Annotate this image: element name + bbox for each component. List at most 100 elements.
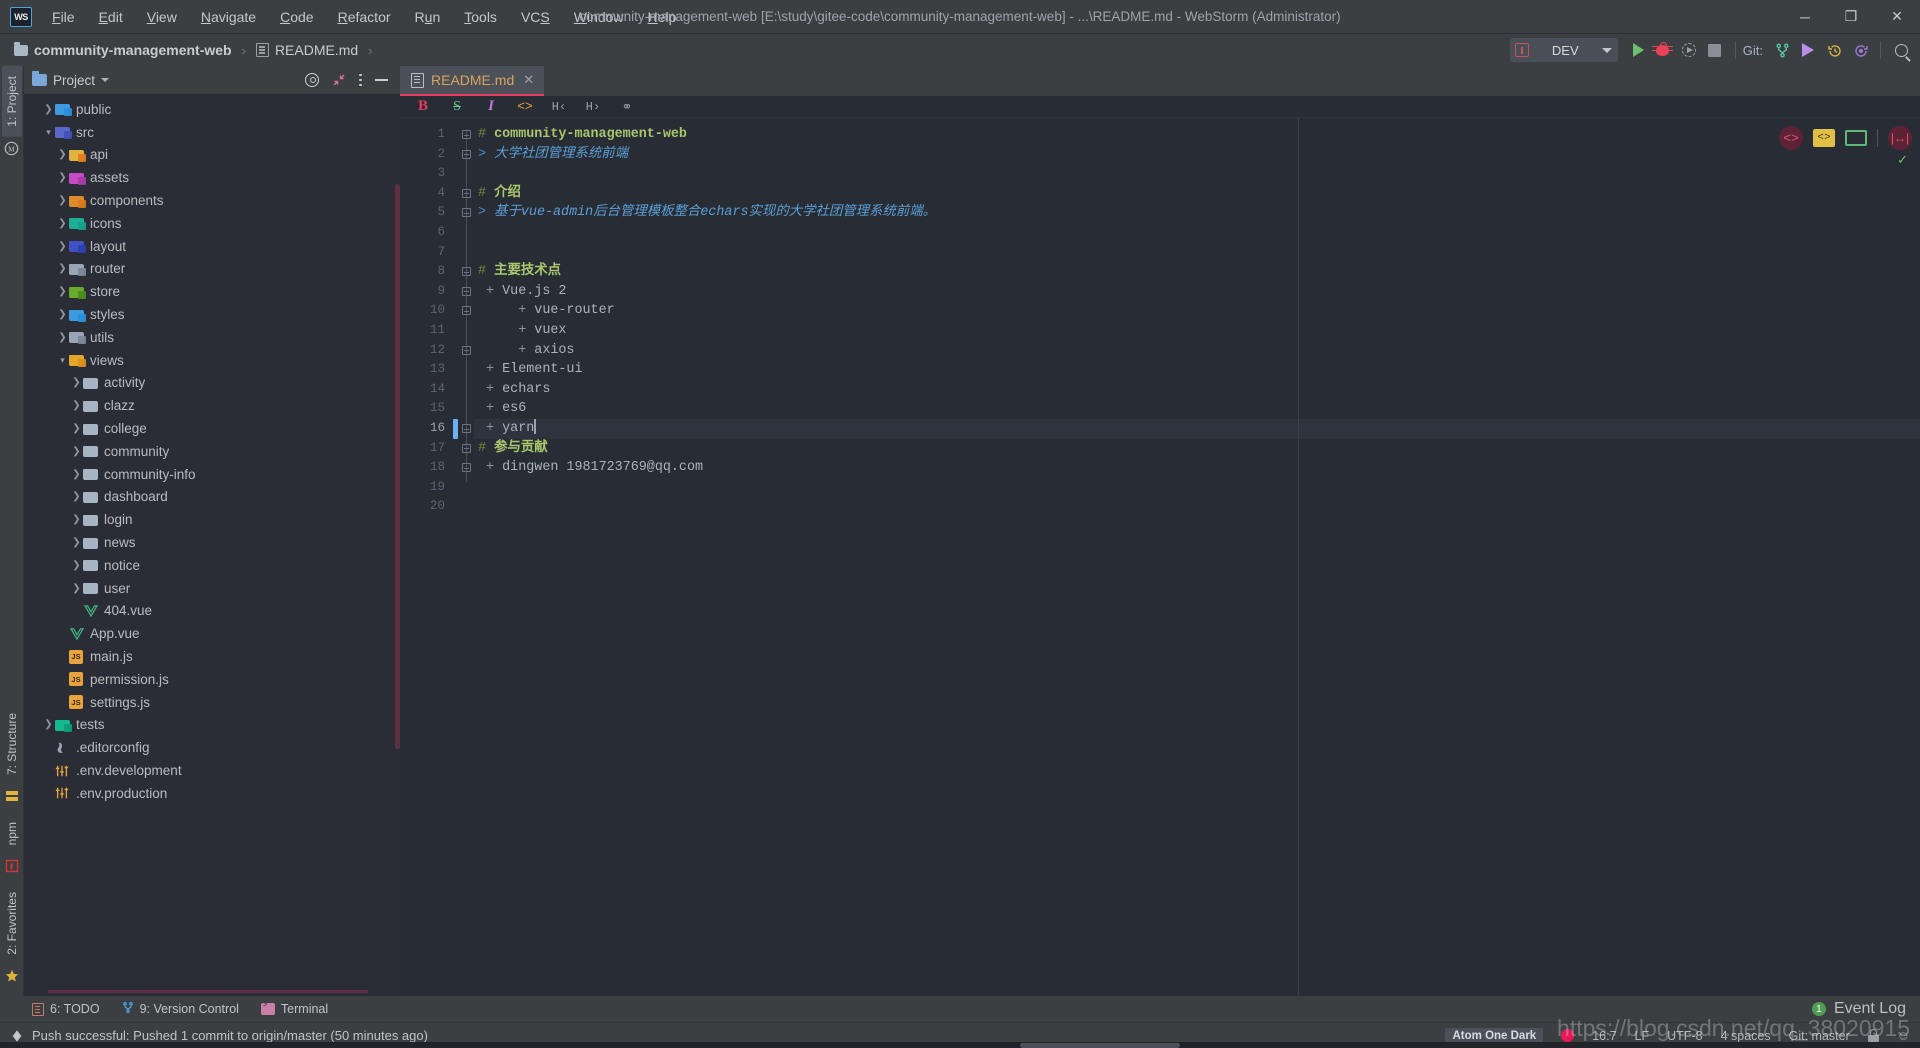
chevron-right-icon[interactable]: ❯ <box>56 286 69 297</box>
breadcrumb-file[interactable]: README.md <box>275 42 358 58</box>
chevron-right-icon[interactable]: ❯ <box>70 377 83 388</box>
header-increase-icon[interactable]: H› <box>586 99 600 115</box>
window-horizontal-scrollbar[interactable] <box>0 1042 1920 1048</box>
italic-icon[interactable]: I <box>484 98 498 115</box>
code-line[interactable]: # 参与贡献 <box>474 439 1920 459</box>
sidebar-item-npm[interactable]: npm <box>2 812 22 855</box>
fold-toggle-icon[interactable] <box>461 443 472 454</box>
code-folding-gutter[interactable] <box>458 118 474 996</box>
tree-item-public[interactable]: ❯ public <box>24 98 400 121</box>
code-line[interactable]: # 介绍 <box>474 184 1920 204</box>
chevron-right-icon[interactable]: ❯ <box>70 491 83 502</box>
collapse-all-icon[interactable] <box>332 73 346 87</box>
tree-item--env-development[interactable]: .env.development <box>24 759 400 782</box>
maximize-button[interactable]: ❐ <box>1828 0 1874 33</box>
tree-item-notice[interactable]: ❯ notice <box>24 554 400 577</box>
fold-toggle-icon[interactable] <box>461 129 472 140</box>
tree-item-views[interactable]: ▾ views <box>24 349 400 372</box>
breadcrumb-project[interactable]: community-management-web <box>34 42 232 58</box>
debug-button[interactable] <box>1650 37 1676 63</box>
sidebar-item-structure[interactable]: 7: Structure <box>2 703 22 785</box>
code-line[interactable]: + es6 <box>474 399 1920 419</box>
chevron-right-icon[interactable]: ❯ <box>56 241 69 252</box>
code-line[interactable]: + Vue.js 2 <box>474 282 1920 302</box>
code-line[interactable] <box>474 223 1920 243</box>
tree-item-utils[interactable]: ❯ utils <box>24 326 400 349</box>
sidebar-item-favorites[interactable]: 2: Favorites <box>2 882 22 965</box>
run-with-coverage-button[interactable] <box>1676 37 1702 63</box>
maven-icon[interactable]: M <box>4 141 19 161</box>
revert-button[interactable] <box>1847 37 1873 63</box>
tree-item-components[interactable]: ❯ components <box>24 189 400 212</box>
fold-toggle-icon[interactable] <box>461 423 472 434</box>
split-view-icon[interactable]: <> <box>1813 129 1835 147</box>
tree-item-activity[interactable]: ❯ activity <box>24 372 400 395</box>
caret-position[interactable]: 16:7 <box>1592 1029 1616 1043</box>
chevron-down-icon[interactable] <box>101 78 110 82</box>
tree-item-store[interactable]: ❯ store <box>24 280 400 303</box>
chevron-right-icon[interactable]: ❯ <box>42 719 55 730</box>
sidebar-item-project[interactable]: 1: Project <box>1 66 22 137</box>
scrollbar-thumb[interactable] <box>1020 1043 1180 1048</box>
tree-item-clazz[interactable]: ❯ clazz <box>24 394 400 417</box>
tree-item-src[interactable]: ▾ src <box>24 121 400 144</box>
menu-run[interactable]: Run <box>403 5 453 29</box>
code-line[interactable] <box>474 243 1920 263</box>
code-line[interactable]: + echars <box>474 380 1920 400</box>
strikethrough-icon[interactable]: S <box>450 99 464 115</box>
chevron-right-icon[interactable]: ❯ <box>70 514 83 525</box>
bottom-item-todo[interactable]: 6: TODO <box>32 1002 100 1016</box>
tree-item-permission-js[interactable]: JS permission.js <box>24 668 400 691</box>
feedback-icon[interactable]: ☺ <box>1897 1028 1910 1043</box>
menu-vcs[interactable]: VCS <box>509 5 562 29</box>
close-icon[interactable]: ✕ <box>523 72 534 88</box>
run-configuration-selector[interactable]: DEV <box>1509 38 1618 62</box>
code-line[interactable]: > 基于vue-admin后台管理模板整合echars实现的大学社团管理系统前端… <box>474 203 1920 223</box>
code-line[interactable]: + axios <box>474 341 1920 361</box>
fold-toggle-icon[interactable] <box>461 188 472 199</box>
fold-toggle-icon[interactable] <box>461 305 472 316</box>
locate-icon[interactable] <box>305 73 320 87</box>
bottom-item-version-control[interactable]: 9: Version Control <box>122 1001 239 1017</box>
menu-navigate[interactable]: Navigate <box>189 5 268 29</box>
star-icon[interactable] <box>5 969 19 988</box>
tree-item-app-vue[interactable]: App.vue <box>24 622 400 645</box>
tree-item-styles[interactable]: ❯ styles <box>24 303 400 326</box>
chevron-right-icon[interactable]: ❯ <box>56 172 69 183</box>
code-line[interactable]: + Element-ui <box>474 360 1920 380</box>
line-separator[interactable]: LF <box>1635 1029 1650 1043</box>
fold-toggle-icon[interactable] <box>461 286 472 297</box>
update-project-button[interactable] <box>1769 37 1795 63</box>
tree-item-college[interactable]: ❯ college <box>24 417 400 440</box>
close-button[interactable]: ✕ <box>1874 0 1920 33</box>
code-line[interactable]: # 主要技术点 <box>474 262 1920 282</box>
chevron-right-icon[interactable]: ❯ <box>56 309 69 320</box>
tree-item-news[interactable]: ❯ news <box>24 531 400 554</box>
code-line[interactable] <box>474 478 1920 498</box>
options-icon[interactable] <box>359 73 362 87</box>
minimize-button[interactable]: ─ <box>1782 0 1828 33</box>
tree-item-community[interactable]: ❯ community <box>24 440 400 463</box>
chevron-right-icon[interactable]: ❯ <box>70 423 83 434</box>
menu-edit[interactable]: Edit <box>87 5 135 29</box>
stop-button[interactable] <box>1702 37 1728 63</box>
chevron-right-icon[interactable]: ❯ <box>56 218 69 229</box>
menu-file[interactable]: File <box>40 5 87 29</box>
code-icon[interactable]: <> <box>517 99 533 115</box>
bottom-item-terminal[interactable]: Terminal <box>260 1001 328 1016</box>
hide-icon[interactable] <box>375 79 388 81</box>
code-line[interactable]: > 大学社团管理系统前端 <box>474 145 1920 165</box>
chevron-right-icon[interactable]: ❯ <box>42 104 55 115</box>
code-line[interactable] <box>474 164 1920 184</box>
tree-item--env-production[interactable]: .env.production <box>24 782 400 805</box>
tree-item-api[interactable]: ❯ api <box>24 144 400 167</box>
code-line[interactable] <box>474 497 1920 517</box>
chevron-right-icon[interactable]: ❯ <box>70 446 83 457</box>
fold-toggle-icon[interactable] <box>461 345 472 356</box>
tree-item-community-info[interactable]: ❯ community-info <box>24 463 400 486</box>
bold-icon[interactable]: B <box>416 98 430 115</box>
code-line[interactable]: + yarn <box>474 418 1920 439</box>
menu-view[interactable]: View <box>135 5 189 29</box>
fold-toggle-icon[interactable] <box>461 207 472 218</box>
menu-refactor[interactable]: Refactor <box>326 5 403 29</box>
